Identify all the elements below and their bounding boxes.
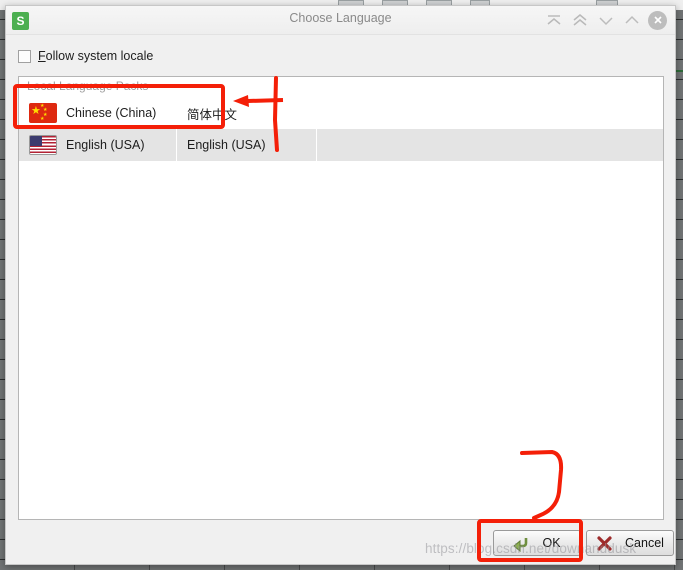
language-native-name-label: 简体中文 <box>187 106 238 122</box>
ok-button[interactable]: OK <box>493 530 581 556</box>
dialog-titlebar[interactable]: S Choose Language <box>6 6 675 35</box>
language-name-cell: English (USA) <box>19 129 177 161</box>
language-list[interactable]: Local Language Packs ★ ★ ★ ★ ★ Chinese (… <box>18 76 664 520</box>
flag-china-icon: ★ ★ ★ ★ ★ <box>29 103 57 123</box>
window-controls <box>544 10 667 30</box>
language-native-name-cell: 简体中文 <box>177 97 317 129</box>
language-name-label: Chinese (China) <box>66 106 157 120</box>
cancel-button[interactable]: Cancel <box>586 530 674 556</box>
red-x-icon <box>596 535 613 552</box>
language-name-label: English (USA) <box>66 138 145 152</box>
follow-system-locale-row[interactable]: Follow system locale <box>18 49 153 63</box>
ok-button-label: OK <box>542 536 561 550</box>
language-native-name-label: English (USA) <box>187 138 266 152</box>
cancel-button-label: Cancel <box>625 536 664 550</box>
table-row[interactable]: ★ ★ ★ ★ ★ Chinese (China) 简体中文 <box>19 97 663 129</box>
label-rest: ollow system locale <box>45 49 154 63</box>
mnemonic-letter: F <box>38 49 46 63</box>
choose-language-dialog: S Choose Language Follow system locale L… <box>5 5 676 565</box>
collapse-top-icon[interactable] <box>544 10 564 30</box>
language-name-cell: ★ ★ ★ ★ ★ Chinese (China) <box>19 97 177 129</box>
language-native-name-cell: English (USA) <box>177 129 317 161</box>
table-row[interactable]: English (USA) English (USA) <box>19 129 663 161</box>
dialog-button-bar: OK Cancel <box>6 519 675 564</box>
follow-system-locale-label: Follow system locale <box>38 49 153 63</box>
chevron-down-icon[interactable] <box>596 10 616 30</box>
list-group-header: Local Language Packs <box>19 77 663 97</box>
close-icon[interactable] <box>648 10 667 30</box>
chevron-double-up-icon[interactable] <box>570 10 590 30</box>
follow-system-locale-checkbox[interactable] <box>18 49 31 63</box>
flag-usa-icon <box>29 135 57 155</box>
green-return-arrow-icon <box>513 535 530 552</box>
chevron-up-icon[interactable] <box>622 10 642 30</box>
